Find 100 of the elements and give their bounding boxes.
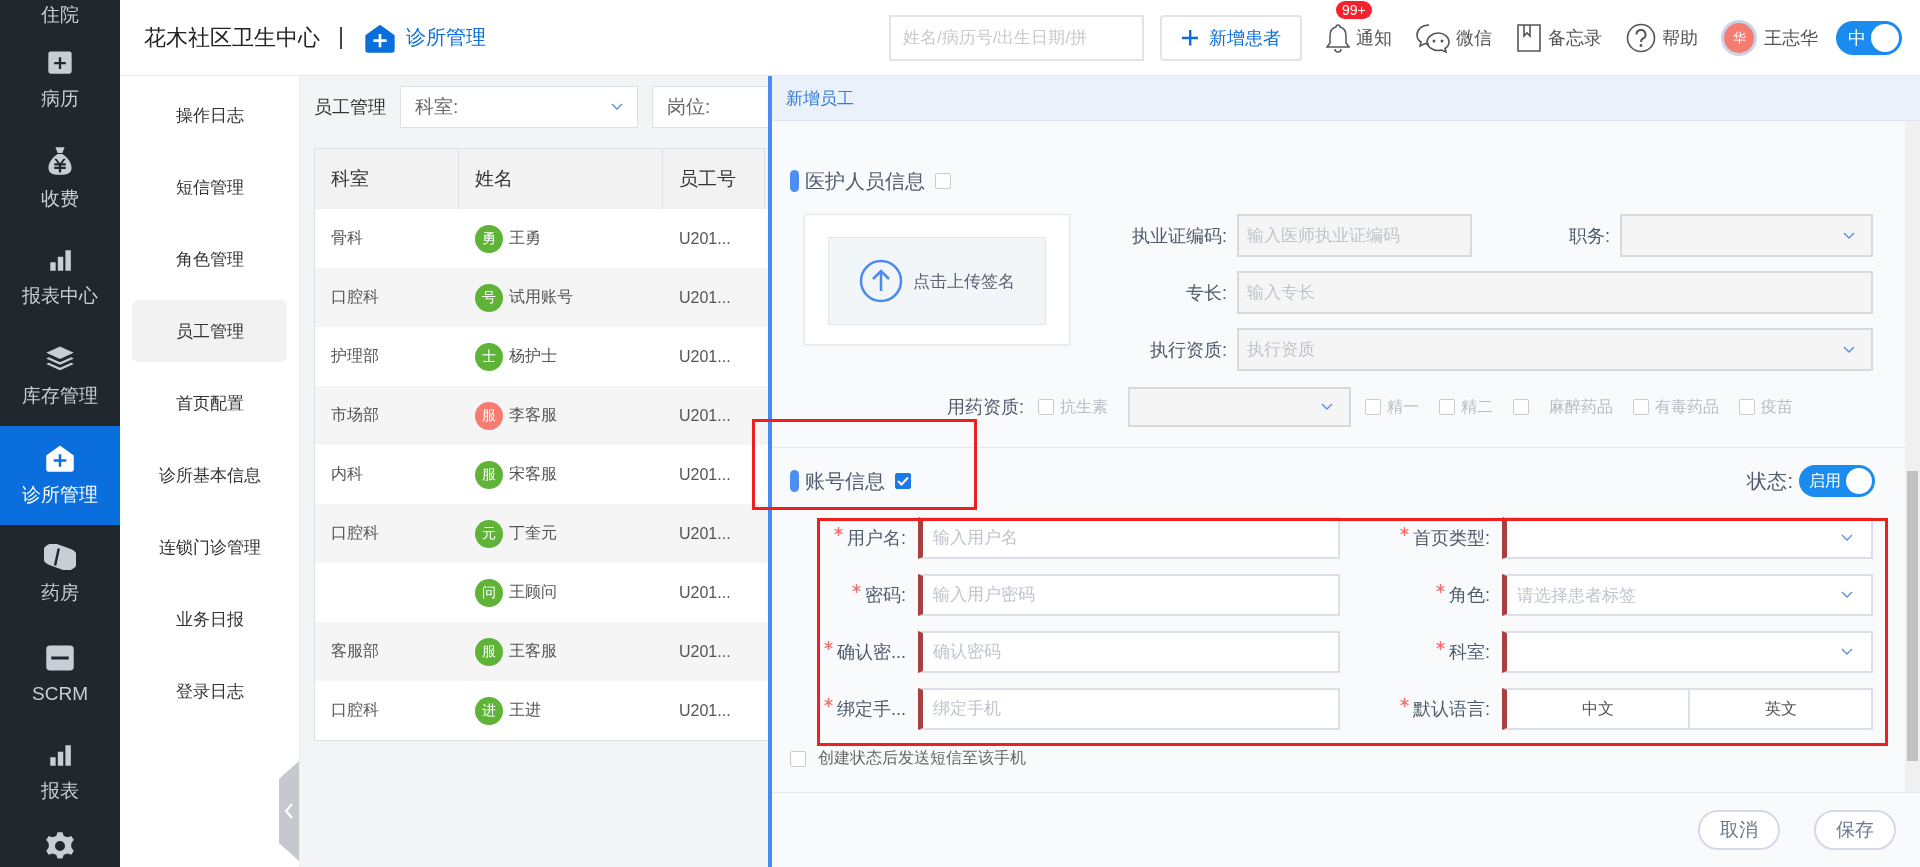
submenu-item[interactable]: 连锁门诊管理 [132,516,287,578]
field-label: 科室: [1449,641,1490,664]
checkbox[interactable] [1439,399,1455,415]
avatar-badge: 问 [475,578,503,607]
field-label: 职务: [1568,224,1611,248]
table-cell-text: 王勇 [509,228,541,248]
chevron-down-icon [1843,231,1855,240]
submenu-item[interactable]: 首页配置 [132,372,287,434]
table-cell-text: U201... [678,228,732,249]
bell-icon [1326,22,1350,53]
plus-icon [1181,28,1199,47]
toolbar-item[interactable]: 备忘录 [1516,22,1602,53]
chevron-down-icon [1841,591,1853,599]
sidebar-item[interactable]: 病历 [0,30,120,129]
input-field[interactable]: 输入用户名 [918,517,1340,559]
table-cell-text: U201... [678,641,732,662]
field-label: 角色: [1449,584,1490,607]
checkbox[interactable] [935,173,951,189]
field-label: 绑定手... [837,698,906,721]
checkbox[interactable] [1513,399,1529,415]
checkbox[interactable] [1038,399,1054,415]
filter-select[interactable]: 岗位: [652,86,768,128]
chevron-left-icon [284,802,294,820]
checkbox[interactable] [1739,399,1755,415]
status-label: 状态: [1747,468,1793,494]
input-field[interactable]: 绑定手机 [918,688,1340,730]
clinic-icon [45,443,75,472]
chevron-down-icon [611,103,623,111]
submenu-item[interactable]: 员工管理 [132,300,287,362]
sidebar-item[interactable]: 药房 [0,525,120,624]
section-title: 医护人员信息 [805,168,925,194]
notification-badge: 99+ [1336,0,1372,19]
submenu-item[interactable]: 登录日志 [132,660,287,722]
table-cell-text: 内科 [330,464,364,484]
submenu-item[interactable]: 业务日报 [132,588,287,650]
table-cell-text: U201... [678,464,732,485]
sidebar-item[interactable]: 库存管理 [0,327,120,426]
section-title: 账号信息 [805,468,885,494]
settings-icon[interactable] [45,832,75,860]
input-field[interactable]: 输入用户密码 [918,574,1340,616]
upload-button[interactable]: 点击上传签名 [828,237,1046,325]
section-marker [790,470,799,492]
table-cell-text: 王客服 [509,641,557,661]
table-cell-text: 口腔科 [330,287,380,307]
chat-bubbles-icon [1416,22,1450,53]
table-cell-text: 宋客服 [509,464,557,484]
scrollbar[interactable] [1905,121,1920,792]
filter-select[interactable]: 科室: [400,86,638,128]
chevron-down-icon [1841,648,1853,656]
new-patient-button[interactable]: 新增患者 [1160,14,1302,61]
table-cell-text: U201... [678,405,732,426]
select-field[interactable] [1128,387,1351,427]
footer-button[interactable]: 取消 [1698,810,1780,850]
submenu-item[interactable]: 角色管理 [132,228,287,290]
table-cell-text: U201... [678,346,732,367]
footer-button[interactable]: 保存 [1814,810,1896,850]
table-cell-text: U201... [678,287,732,308]
table-cell-text: 口腔科 [330,700,380,720]
avatar-badge: 勇 [475,224,503,253]
checkbox[interactable] [1365,399,1381,415]
checkbox[interactable] [895,473,911,489]
toolbar-item[interactable]: 帮助 [1626,22,1698,53]
avatar-badge: 士 [475,342,503,371]
money-bag-icon [46,145,74,176]
table-cell-text: 骨科 [330,228,364,248]
avatar-badge: 服 [475,637,503,666]
select-field[interactable] [1502,517,1873,559]
submenu-item[interactable]: 操作日志 [132,84,287,146]
table-cell-text: U201... [678,523,732,544]
user-name[interactable]: 王志华 [1764,25,1818,50]
sidebar-item[interactable]: 诊所管理 [0,426,120,525]
table-cell-text: U201... [678,582,732,603]
avatar-badge: 服 [475,460,503,489]
toolbar-item[interactable]: 微信 [1416,22,1492,53]
column-header: 员工号 [663,149,765,209]
table-cell-text: 口腔科 [330,523,380,543]
module-title[interactable]: 诊所管理 [406,24,486,51]
sidebar-item[interactable]: 报表中心 [0,228,120,327]
field-label: 确认密... [837,641,906,664]
chevron-down-icon [1843,345,1855,354]
sidebar-item[interactable]: SCRM [0,624,120,723]
sidebar-item[interactable]: 报表 [0,723,120,822]
avatar-badge: 号 [475,283,503,312]
table-cell-text: U201... [678,700,732,721]
sidebar-item[interactable]: 收费 [0,129,120,228]
table-cell-text: 王顾问 [509,582,557,602]
select-field[interactable] [1502,631,1873,673]
select-field[interactable] [1620,214,1873,257]
field-label: 执行资质: [1149,338,1228,362]
field-label: 密码: [865,584,906,607]
input-field[interactable]: 确认密码 [918,631,1340,673]
field-label: 执业证编码: [1131,224,1228,248]
sms-checkbox-option[interactable]: 创建状态后发送短信至该手机 [790,748,1905,769]
checkbox[interactable] [790,750,806,767]
sidebar-item[interactable]: 住院 [0,0,120,30]
table-cell-text: 丁奎元 [509,523,557,543]
field-label: 默认语言: [1413,698,1490,721]
submenu-item[interactable]: 诊所基本信息 [132,444,287,506]
submenu-item[interactable]: 短信管理 [132,156,287,218]
checkbox[interactable] [1633,399,1649,415]
